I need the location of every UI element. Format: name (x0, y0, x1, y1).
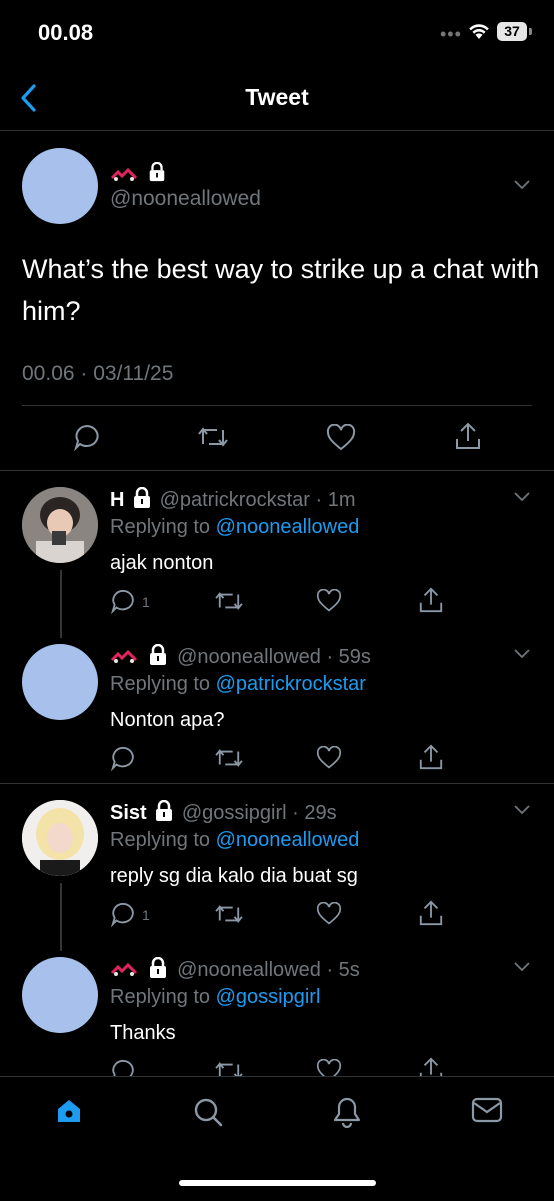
reply-header: @nooneallowed · 5s (110, 956, 360, 982)
display-name-emoji-icon (110, 962, 138, 976)
lock-icon (149, 643, 166, 665)
retweet-icon[interactable] (214, 746, 244, 770)
replying-prefix: Replying to (110, 986, 211, 1008)
lock-icon (134, 486, 151, 508)
home-icon[interactable] (54, 1096, 84, 1126)
status-time: 00.08 (38, 20, 94, 45)
more-chevron-icon[interactable] (512, 178, 532, 192)
like-icon[interactable] (316, 589, 342, 613)
share-icon[interactable] (454, 421, 482, 451)
replying-prefix: Replying to (110, 829, 211, 851)
display-name-emoji-icon (110, 649, 138, 663)
tweet-text: What’s the best way to strike up a chat … (22, 254, 540, 326)
replying-to: Replying to @patrickrockstar (110, 673, 366, 696)
retweet-icon[interactable] (214, 589, 244, 613)
status-bar: 00.08 ••• 37 (0, 0, 554, 64)
reply-header: @nooneallowed · 59s (110, 643, 371, 669)
avatar[interactable] (22, 644, 98, 720)
profile-photo (22, 800, 98, 876)
replying-prefix: Replying to (110, 516, 211, 538)
page-title: Tweet (245, 84, 309, 110)
reply-time: · 5s (326, 959, 360, 981)
reply-text: reply sg dia kalo dia buat sg (110, 865, 358, 887)
thread-line (60, 883, 62, 951)
profile-photo (22, 487, 98, 563)
divider (0, 783, 554, 784)
share-icon[interactable] (418, 743, 444, 771)
like-icon[interactable] (326, 424, 356, 452)
notifications-icon[interactable] (332, 1096, 362, 1128)
lock-icon (149, 956, 166, 978)
reply-time: · 59s (326, 646, 371, 668)
reply-count: 1 (142, 907, 150, 923)
mention-link[interactable]: @patrickrockstar (216, 673, 366, 695)
avatar[interactable] (22, 800, 98, 876)
reply-icon[interactable] (73, 423, 101, 451)
replying-to: Replying to @nooneallowed (110, 829, 359, 852)
retweet-icon[interactable] (197, 424, 229, 450)
more-chevron-icon[interactable] (512, 490, 532, 504)
more-chevron-icon[interactable] (512, 960, 532, 974)
search-icon[interactable] (192, 1096, 224, 1128)
share-icon[interactable] (418, 899, 444, 927)
reply-header: H @patrickrockstar · 1m (110, 486, 356, 512)
replying-prefix: Replying to (110, 673, 211, 695)
more-chevron-icon[interactable] (512, 803, 532, 817)
display-name-emoji-icon (110, 166, 138, 185)
lock-icon (156, 799, 173, 821)
reply-icon[interactable] (110, 745, 136, 771)
tweet-timestamp: 00.06 · 03/11/25 (22, 362, 174, 385)
reply-text: Thanks (110, 1022, 176, 1044)
reply-icon[interactable] (110, 901, 136, 927)
replying-to: Replying to @gossipgirl (110, 986, 320, 1009)
wifi-icon (469, 24, 489, 39)
more-chevron-icon[interactable] (512, 647, 532, 661)
tweet-handle[interactable]: @nooneallowed (110, 187, 261, 211)
messages-icon[interactable] (471, 1096, 503, 1124)
reply-header: Sist @gossipgirl · 29s (110, 799, 337, 825)
divider (0, 470, 554, 471)
retweet-icon[interactable] (214, 902, 244, 926)
like-icon[interactable] (316, 902, 342, 926)
battery-tip (529, 28, 532, 35)
thread-line (60, 570, 62, 638)
mention-link[interactable]: @nooneallowed (216, 829, 360, 851)
handle[interactable]: @nooneallowed (177, 959, 321, 981)
reply-icon[interactable] (110, 588, 136, 614)
battery-icon: 37 (497, 22, 527, 41)
reply-count: 1 (142, 594, 150, 610)
display-name[interactable]: Sist (110, 802, 147, 824)
lock-icon (149, 162, 165, 182)
nav-bar: Tweet (0, 64, 554, 131)
share-icon[interactable] (418, 586, 444, 614)
like-icon[interactable] (316, 746, 342, 770)
reply-time: · 29s (292, 802, 337, 824)
reply-time: · 1m (315, 489, 356, 511)
mention-link[interactable]: @nooneallowed (216, 516, 360, 538)
reply-text: Nonton apa? (110, 709, 225, 731)
signal-dots: ••• (440, 24, 462, 44)
handle[interactable]: @gossipgirl (182, 802, 287, 824)
avatar[interactable] (22, 487, 98, 563)
handle[interactable]: @patrickrockstar (160, 489, 310, 511)
avatar[interactable] (22, 957, 98, 1033)
divider (22, 405, 532, 406)
reply-text: ajak nonton (110, 552, 214, 574)
replying-to: Replying to @nooneallowed (110, 516, 359, 539)
handle[interactable]: @nooneallowed (177, 646, 321, 668)
display-name[interactable]: H (110, 489, 124, 511)
avatar[interactable] (22, 148, 98, 224)
mention-link[interactable]: @gossipgirl (216, 986, 321, 1008)
home-indicator (179, 1180, 376, 1186)
